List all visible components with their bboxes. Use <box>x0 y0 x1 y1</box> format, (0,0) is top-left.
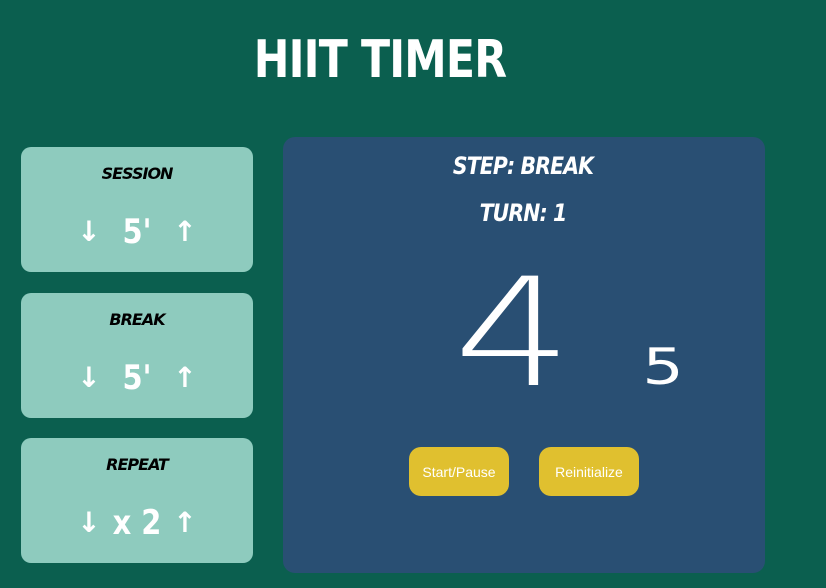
repeat-decrease-arrow-down-icon[interactable]: ↓ <box>71 509 107 537</box>
repeat-card: REPEAT ↓ x 2 ↑ <box>21 438 253 563</box>
break-increase-arrow-up-icon[interactable]: ↑ <box>167 364 203 392</box>
session-controls: ↓ 5' ↑ <box>21 215 253 249</box>
session-card: SESSION ↓ 5' ↑ <box>21 147 253 272</box>
session-value: 5' <box>122 212 152 252</box>
turn-indicator: TURN: 1 <box>479 199 568 227</box>
session-decrease-arrow-down-icon[interactable]: ↓ <box>71 218 107 246</box>
repeat-increase-arrow-up-icon[interactable]: ↑ <box>167 509 203 537</box>
start-pause-button[interactable]: Start/Pause <box>409 447 509 496</box>
reinitialize-button[interactable]: Reinitialize <box>539 447 639 496</box>
break-decrease-arrow-down-icon[interactable]: ↓ <box>71 364 107 392</box>
timer-panel: STEP: BREAK TURN: 1 4 5 Start/Pause Rein… <box>283 137 765 573</box>
repeat-controls: ↓ x 2 ↑ <box>21 506 253 540</box>
repeat-value: x 2 <box>112 503 162 543</box>
sub-countdown: 5 <box>642 338 684 396</box>
session-label: SESSION <box>101 164 174 183</box>
repeat-label: REPEAT <box>106 455 169 474</box>
break-value: 5' <box>122 358 152 398</box>
break-controls: ↓ 5' ↑ <box>21 361 253 395</box>
app-title: HIIT TIMER <box>253 30 507 90</box>
break-label: BREAK <box>109 310 165 329</box>
main-countdown: 4 <box>453 247 573 421</box>
session-increase-arrow-up-icon[interactable]: ↑ <box>167 218 203 246</box>
break-card: BREAK ↓ 5' ↑ <box>21 293 253 418</box>
step-indicator: STEP: BREAK <box>452 152 594 180</box>
